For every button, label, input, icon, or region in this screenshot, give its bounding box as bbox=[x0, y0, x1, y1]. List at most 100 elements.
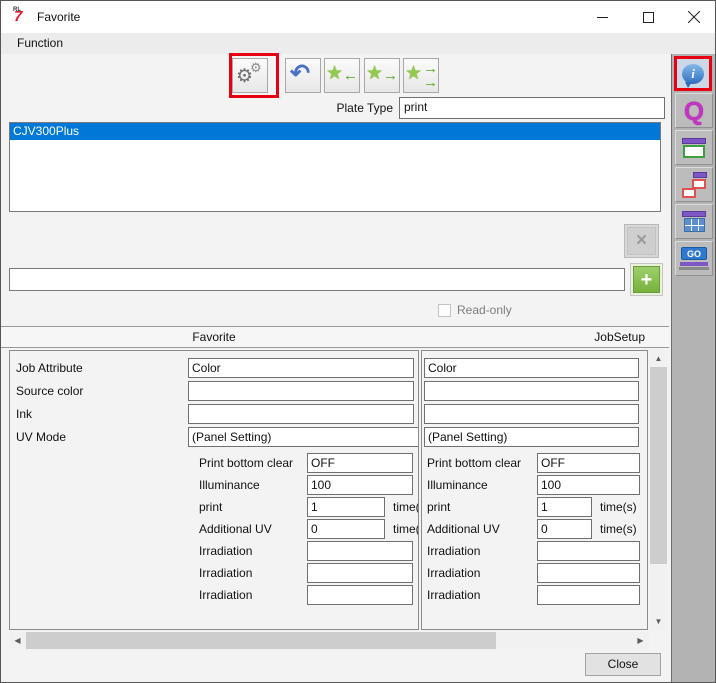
favorite-apply-all-button[interactable]: ★ → → bbox=[403, 58, 439, 93]
print-label: print bbox=[427, 500, 537, 514]
print-bottom-clear-field[interactable]: OFF bbox=[307, 453, 413, 473]
function-sidebar: i Q GO bbox=[671, 54, 716, 683]
plate-type-label: Plate Type bbox=[291, 101, 393, 115]
uv-setting-row: Irradiation bbox=[422, 563, 647, 583]
settings-button[interactable]: ⚙ ⚙ bbox=[232, 58, 268, 93]
sidebar-copy-button[interactable] bbox=[675, 167, 713, 202]
read-only-checkbox[interactable] bbox=[438, 304, 451, 317]
device-list[interactable]: CJV300Plus bbox=[9, 122, 661, 212]
print-field[interactable]: 1 bbox=[537, 497, 592, 517]
copy-icon bbox=[681, 172, 707, 198]
uv-setting-row: Irradiation bbox=[10, 563, 418, 583]
close-button[interactable]: Close bbox=[585, 653, 661, 676]
add-favorite-button[interactable]: + bbox=[630, 263, 663, 296]
titlebar: RL 7 Favorite bbox=[1, 1, 716, 33]
ink-field[interactable] bbox=[424, 404, 639, 424]
tiling-icon bbox=[682, 211, 706, 217]
source-color-field[interactable] bbox=[188, 381, 414, 401]
minimize-button[interactable] bbox=[579, 1, 625, 33]
plate-print-icon bbox=[682, 138, 706, 144]
illuminance-label: Illuminance bbox=[427, 478, 537, 492]
sidebar-plate-button[interactable] bbox=[675, 130, 713, 165]
print-bottom-clear-field[interactable]: OFF bbox=[537, 453, 640, 473]
list-item[interactable]: CJV300Plus bbox=[10, 123, 660, 140]
irradiation-field[interactable] bbox=[537, 541, 640, 561]
times-suffix: time(s) bbox=[600, 500, 637, 514]
irradiation-label: Irradiation bbox=[199, 544, 307, 558]
menu-function[interactable]: Function bbox=[8, 33, 72, 54]
favorite-panel: Job AttributeColorSource color Ink UV Mode… bbox=[9, 350, 419, 630]
star-icon: ★ bbox=[326, 64, 343, 83]
scroll-left-arrow[interactable]: ◀ bbox=[9, 632, 26, 649]
additional-uv-label: Additional UV bbox=[199, 522, 307, 536]
ink-field[interactable] bbox=[188, 404, 414, 424]
irradiation-field[interactable] bbox=[537, 585, 640, 605]
uv-setting-row: Illuminance100 bbox=[10, 475, 418, 495]
uv-mode-field[interactable]: (Panel Setting) bbox=[188, 427, 419, 447]
panel-row: (Panel Setting) bbox=[422, 427, 647, 447]
favorite-apply-left-button[interactable]: ★ ← bbox=[324, 58, 360, 93]
illuminance-label: Illuminance bbox=[199, 478, 307, 492]
info-icon: i bbox=[682, 64, 704, 84]
horizontal-scroll-thumb[interactable] bbox=[26, 632, 496, 649]
scroll-down-arrow[interactable]: ▼ bbox=[650, 613, 667, 630]
uv-setting-row: Illuminance100 bbox=[422, 475, 647, 495]
scroll-up-arrow[interactable]: ▲ bbox=[650, 350, 667, 367]
settings-highlight-box: ⚙ ⚙ bbox=[229, 53, 279, 98]
sidebar-tiling-button[interactable] bbox=[675, 204, 713, 239]
irradiation-field[interactable] bbox=[307, 563, 413, 583]
uv-setting-row: Print bottom clearOFF bbox=[10, 453, 418, 473]
favorite-name-input[interactable] bbox=[9, 268, 625, 291]
sidebar-execute-button[interactable]: GO bbox=[675, 241, 713, 276]
uv-setting-row: Irradiation bbox=[10, 541, 418, 561]
vertical-scrollbar[interactable]: ▲ ▼ bbox=[650, 350, 667, 630]
read-only-label: Read-only bbox=[457, 303, 512, 317]
arrow-left-icon: ← bbox=[343, 68, 358, 83]
sidebar-quality-button[interactable]: Q bbox=[675, 93, 713, 128]
source-color-field[interactable] bbox=[424, 381, 639, 401]
panel-row: UV Mode(Panel Setting) bbox=[10, 427, 418, 447]
plate-type-input[interactable]: print bbox=[399, 97, 665, 119]
irradiation-label: Irradiation bbox=[199, 588, 307, 602]
quality-icon: Q bbox=[684, 98, 704, 124]
go-icon: GO bbox=[681, 247, 707, 260]
delete-favorite-button[interactable]: × bbox=[624, 224, 659, 258]
jobsetup-panel: Color (Panel Setting) Print bottom clearOF… bbox=[421, 350, 648, 630]
print-bottom-clear-label: Print bottom clear bbox=[427, 456, 537, 470]
irradiation-label: Irradiation bbox=[199, 566, 307, 580]
job-attribute-field[interactable]: Color bbox=[188, 358, 414, 378]
maximize-button[interactable] bbox=[625, 1, 671, 33]
uv-setting-row: print1time(s) bbox=[10, 497, 418, 517]
menubar: Function bbox=[1, 33, 716, 54]
illuminance-field[interactable]: 100 bbox=[307, 475, 413, 495]
irradiation-field[interactable] bbox=[537, 563, 640, 583]
print-field[interactable]: 1 bbox=[307, 497, 385, 517]
uv-setting-row: Irradiation bbox=[422, 541, 647, 561]
arrow-right-icon: → bbox=[383, 68, 398, 83]
close-window-button[interactable] bbox=[671, 1, 716, 33]
sidebar-properties-button[interactable]: i bbox=[674, 56, 712, 91]
undo-arrow-icon: ↶ bbox=[290, 60, 310, 88]
irradiation-label: Irradiation bbox=[427, 588, 537, 602]
irradiation-field[interactable] bbox=[307, 541, 413, 561]
undo-button[interactable]: ↶ bbox=[285, 58, 321, 93]
uv-mode-field[interactable]: (Panel Setting) bbox=[424, 427, 639, 447]
scroll-right-arrow[interactable]: ▶ bbox=[632, 632, 649, 649]
illuminance-field[interactable]: 100 bbox=[537, 475, 640, 495]
uv-setting-row: Additional UV0time(s) bbox=[422, 519, 647, 539]
irradiation-field[interactable] bbox=[307, 585, 413, 605]
ink-label: Ink bbox=[10, 407, 188, 421]
horizontal-scrollbar[interactable]: ◀ ▶ bbox=[9, 632, 649, 649]
job-attribute-field[interactable]: Color bbox=[424, 358, 639, 378]
favorite-apply-right-button[interactable]: ★ → bbox=[364, 58, 400, 93]
vertical-scroll-thumb[interactable] bbox=[650, 367, 667, 564]
times-suffix: time(s) bbox=[393, 500, 419, 514]
times-suffix: time(s) bbox=[393, 522, 419, 536]
window-title: Favorite bbox=[37, 1, 80, 33]
additional-uv-field[interactable]: 0 bbox=[537, 519, 592, 539]
logo-main-text: 7 bbox=[14, 9, 22, 24]
plus-icon: + bbox=[633, 266, 660, 293]
job-attribute-label: Job Attribute bbox=[10, 361, 188, 375]
source-color-label: Source color bbox=[10, 384, 188, 398]
additional-uv-field[interactable]: 0 bbox=[307, 519, 385, 539]
